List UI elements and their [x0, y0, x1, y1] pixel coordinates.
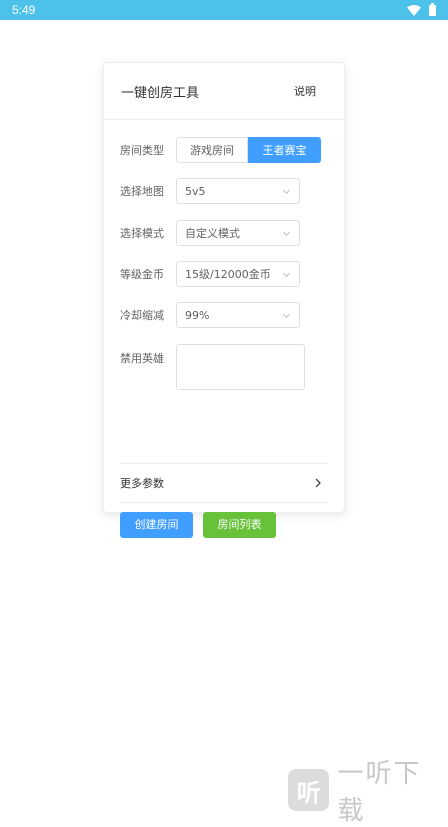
cooldown-label: 冷却缩减	[120, 309, 164, 322]
row-map: 选择地图 5v5	[120, 178, 300, 204]
row-room-type: 房间类型 游戏房间 王者赛宝	[120, 137, 321, 163]
wifi-icon	[407, 4, 421, 16]
room-type-label: 房间类型	[120, 144, 164, 157]
map-label: 选择地图	[120, 185, 164, 198]
chevron-down-icon	[282, 313, 291, 318]
create-room-button[interactable]: 创建房间	[120, 512, 193, 538]
row-mode: 选择模式 自定义模式	[120, 220, 300, 246]
mode-select[interactable]: 自定义模式	[176, 220, 300, 246]
watermark-logo: 听	[288, 769, 330, 811]
map-select-value: 5v5	[185, 184, 206, 198]
chevron-down-icon	[282, 189, 291, 194]
ban-heroes-textarea[interactable]	[176, 344, 305, 390]
map-select[interactable]: 5v5	[176, 178, 300, 204]
help-link[interactable]: 说明	[294, 83, 316, 99]
ban-heroes-label: 禁用英雄	[120, 352, 164, 365]
room-type-option-game[interactable]: 游戏房间	[176, 137, 248, 163]
watermark: 听 一听下载	[288, 753, 448, 827]
battery-icon	[429, 2, 436, 16]
level-gold-select[interactable]: 15级/12000金币	[176, 261, 300, 287]
status-bar: 5:49	[0, 0, 448, 20]
row-cooldown: 冷却缩减 99%	[120, 302, 300, 328]
mode-select-value: 自定义模式	[185, 227, 240, 240]
status-icons	[407, 2, 436, 16]
chevron-down-icon	[282, 272, 291, 277]
room-type-radio-group: 游戏房间 王者赛宝	[176, 137, 321, 163]
level-gold-label: 等级金币	[120, 268, 164, 281]
card-title: 一键创房工具	[121, 85, 200, 101]
chevron-down-icon	[282, 231, 291, 236]
more-params-label: 更多参数	[120, 477, 164, 490]
card-header: 一键创房工具 说明	[104, 63, 344, 120]
room-list-button[interactable]: 房间列表	[203, 512, 276, 538]
level-gold-select-value: 15级/12000金币	[185, 268, 271, 281]
cooldown-select-value: 99%	[185, 308, 210, 322]
more-params-row[interactable]: 更多参数	[120, 463, 328, 503]
chevron-right-icon	[315, 478, 321, 488]
room-type-option-contest[interactable]: 王者赛宝	[248, 137, 321, 163]
row-ban-heroes: 禁用英雄	[120, 344, 305, 390]
create-room-card: 一键创房工具 说明 房间类型 游戏房间 王者赛宝 选择地图 5v5 选择模式 自…	[103, 62, 345, 538]
row-level-gold: 等级金币 15级/12000金币	[120, 261, 300, 287]
status-time: 5:49	[12, 3, 36, 17]
watermark-text: 一听下载	[337, 759, 422, 826]
mode-label: 选择模式	[120, 227, 164, 240]
cooldown-select[interactable]: 99%	[176, 302, 300, 328]
